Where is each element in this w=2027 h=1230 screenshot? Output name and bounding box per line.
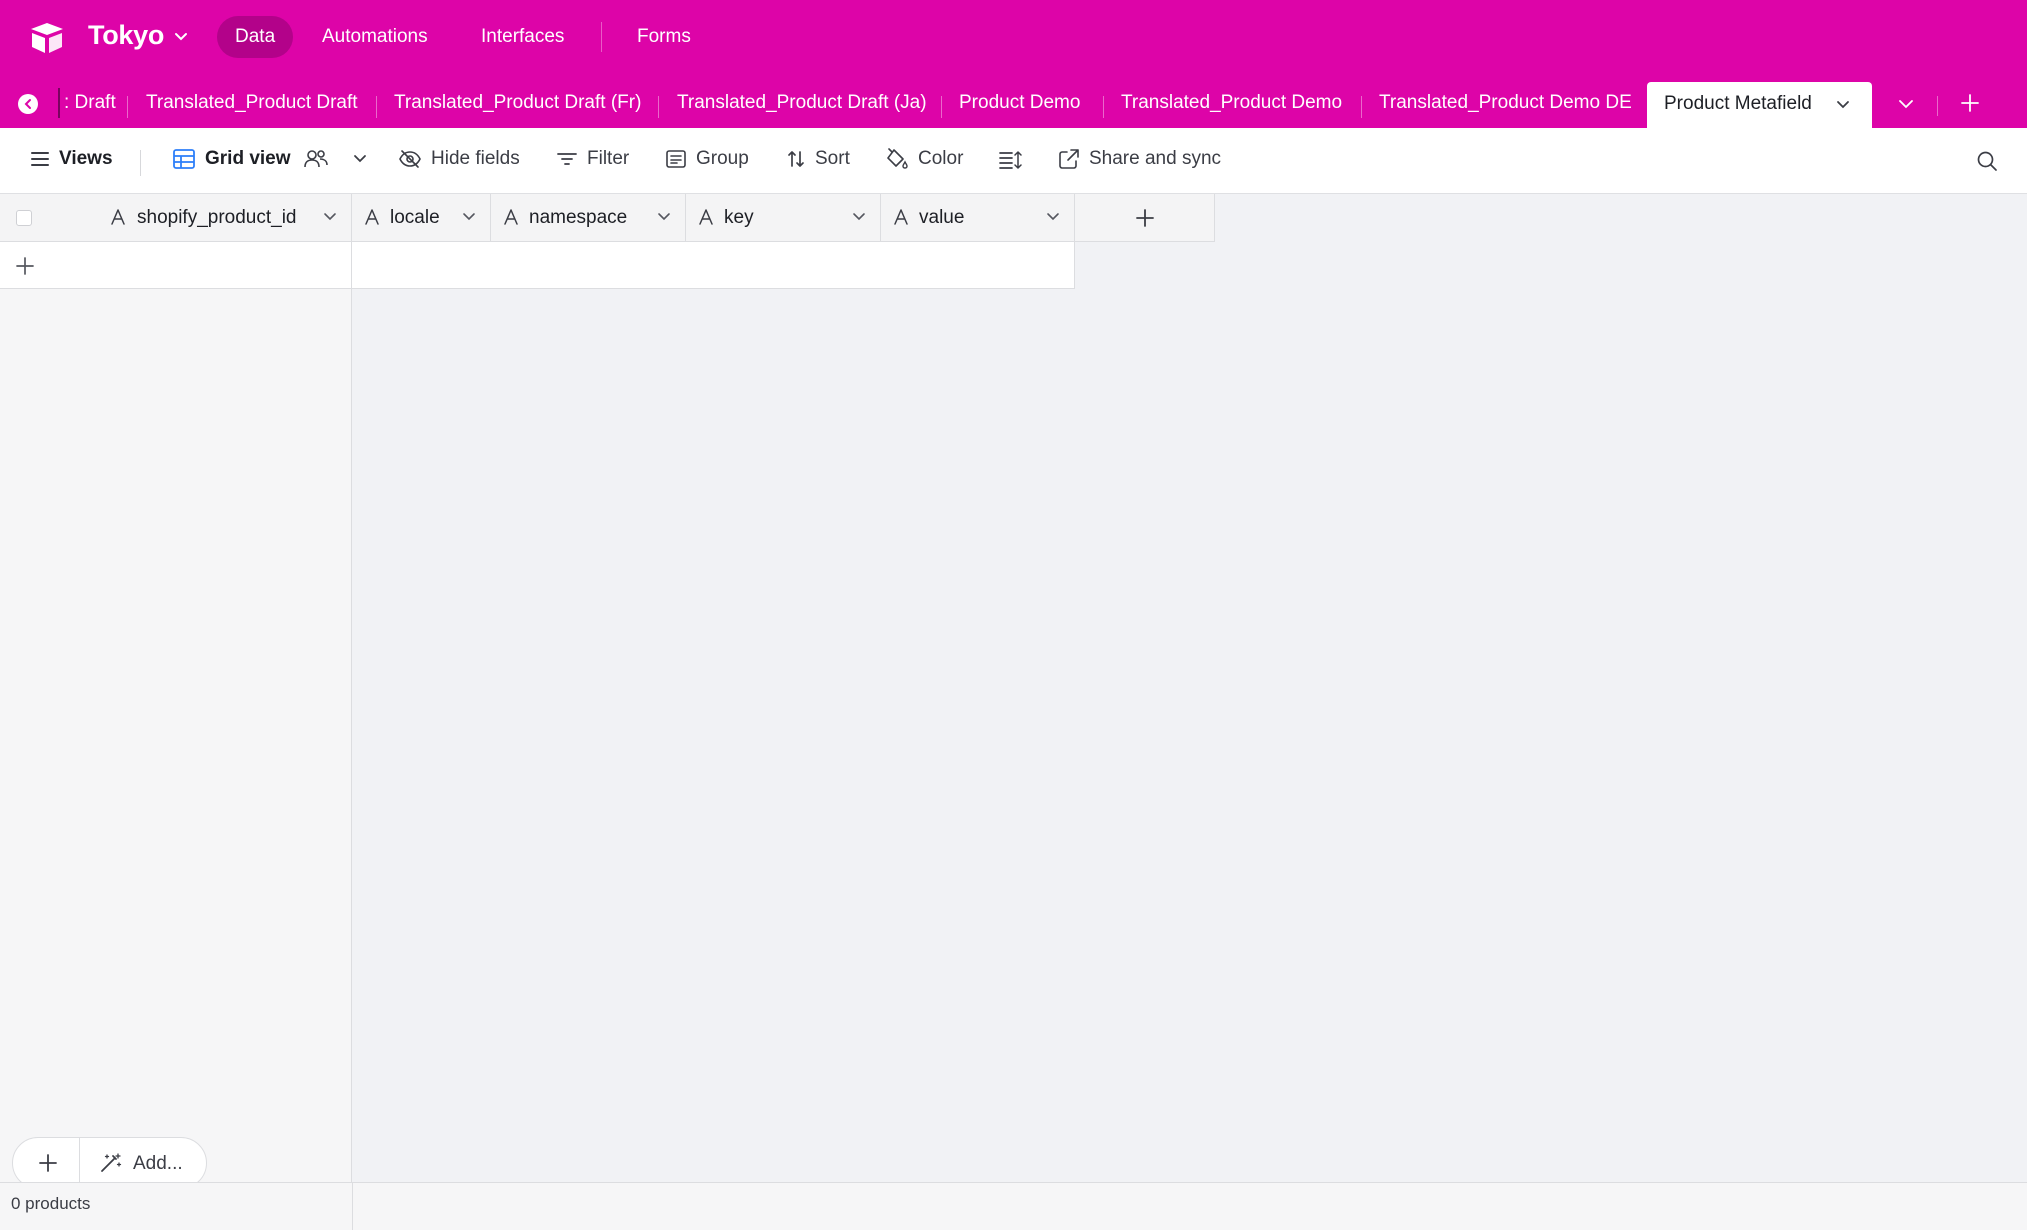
hamburger-menu-icon <box>31 152 49 166</box>
field-header-value[interactable]: value <box>881 194 1075 242</box>
tab-separator <box>127 96 128 118</box>
active-tab-label: Product Metafield <box>1664 93 1812 114</box>
add-field-button[interactable] <box>1075 194 1215 242</box>
table-tab-product-metafield[interactable]: Product Metafield <box>1647 82 1872 128</box>
view-toolbar: Views Grid view Hide fields Filter Group… <box>0 128 2027 194</box>
filter-button[interactable]: Filter <box>556 148 629 170</box>
field-header-shopify-product-id[interactable]: shopify_product_id <box>0 194 352 242</box>
sort-button[interactable]: Sort <box>786 148 850 170</box>
magic-wand-icon[interactable] <box>99 1152 123 1174</box>
chevron-down-icon[interactable] <box>322 211 338 223</box>
chevron-down-icon[interactable] <box>851 211 867 223</box>
tab-separator <box>1937 96 1938 116</box>
scroll-tabs-left-button[interactable] <box>18 94 38 114</box>
tab-separator <box>658 96 659 118</box>
search-icon[interactable] <box>1976 150 1998 172</box>
chevron-left-icon <box>24 99 31 109</box>
filter-icon <box>557 153 577 165</box>
app-header: Tokyo Data Automations Interfaces Forms <box>0 0 2027 76</box>
grid-primary-pane <box>0 194 352 1182</box>
add-table-plus-icon[interactable] <box>1958 91 1982 115</box>
group-icon <box>666 150 686 168</box>
nav-tab-automations[interactable]: Automations <box>304 16 446 58</box>
view-name: Grid view <box>205 148 291 169</box>
sort-arrows-icon <box>788 151 804 167</box>
record-count: 0 products <box>11 1194 91 1213</box>
view-switcher[interactable]: Grid view <box>172 148 377 170</box>
text-field-icon <box>111 209 125 225</box>
grid-footer: 0 products <box>0 1182 2027 1230</box>
grid-view-icon <box>173 149 195 169</box>
pill-divider <box>79 1138 80 1188</box>
add-record-row-cells[interactable] <box>352 242 1075 289</box>
tab-separator <box>1103 96 1104 118</box>
external-share-icon <box>1059 149 1079 169</box>
chevron-down-icon[interactable] <box>461 211 477 223</box>
nav-divider <box>601 22 602 52</box>
add-record-row[interactable] <box>0 242 352 289</box>
table-tab-bar: : Draft Translated_Product Draft Transla… <box>0 76 2027 128</box>
footer-divider <box>352 1183 353 1230</box>
text-field-icon <box>504 209 518 225</box>
row-height-icon <box>999 151 1022 169</box>
grid-header-row: shopify_product_id locale namespace key <box>0 194 1215 242</box>
toolbar-divider <box>140 150 141 176</box>
tab-scroll-divider <box>58 88 60 118</box>
add-record-plus-icon[interactable] <box>37 1152 59 1174</box>
share-and-sync-button[interactable]: Share and sync <box>1058 148 1221 170</box>
table-tab-draft[interactable]: : Draft <box>64 92 116 114</box>
table-tab-translated-product-draft[interactable]: Translated_Product Draft <box>146 92 358 114</box>
field-header-namespace[interactable]: namespace <box>491 194 686 242</box>
tab-separator <box>376 96 377 118</box>
chevron-down-icon[interactable] <box>172 28 190 46</box>
collaborative-view-icon <box>303 150 328 168</box>
plus-icon <box>16 257 34 275</box>
nav-tab-forms[interactable]: Forms <box>619 16 709 58</box>
table-tab-translated-product-draft-fr[interactable]: Translated_Product Draft (Fr) <box>394 92 641 114</box>
group-button[interactable]: Group <box>665 148 749 170</box>
row-height-button[interactable] <box>998 150 1031 170</box>
table-tab-product-demo[interactable]: Product Demo <box>959 92 1080 114</box>
grid-data-pane <box>352 194 2027 1182</box>
app-logo-icon[interactable] <box>28 20 66 56</box>
select-all-checkbox[interactable] <box>16 210 32 226</box>
text-field-icon <box>699 209 713 225</box>
base-name[interactable]: Tokyo <box>88 20 164 51</box>
nav-tab-data[interactable]: Data <box>217 16 294 58</box>
all-tables-chevron-icon[interactable] <box>1896 94 1916 114</box>
plus-icon <box>1136 209 1154 227</box>
table-tab-translated-product-demo-de[interactable]: Translated_Product Demo DE <box>1379 92 1632 114</box>
color-button[interactable]: Color <box>885 148 963 170</box>
paint-bucket-icon <box>887 148 908 169</box>
table-tab-translated-product-demo[interactable]: Translated_Product Demo <box>1121 92 1342 114</box>
chevron-down-icon[interactable] <box>1835 99 1851 111</box>
tab-separator <box>941 96 942 118</box>
chevron-down-icon[interactable] <box>352 153 368 165</box>
eye-slash-icon <box>399 150 421 168</box>
table-tab-translated-product-draft-ja[interactable]: Translated_Product Draft (Ja) <box>677 92 927 114</box>
tab-separator <box>1361 96 1362 118</box>
chevron-down-icon[interactable] <box>1045 211 1061 223</box>
chevron-down-icon[interactable] <box>656 211 672 223</box>
views-button[interactable]: Views <box>30 148 113 170</box>
hide-fields-button[interactable]: Hide fields <box>398 148 520 170</box>
text-field-icon <box>365 209 379 225</box>
nav-tab-interfaces[interactable]: Interfaces <box>463 16 582 58</box>
add-options-label[interactable]: Add... <box>133 1153 183 1175</box>
field-header-key[interactable]: key <box>686 194 881 242</box>
field-header-locale[interactable]: locale <box>352 194 491 242</box>
text-field-icon <box>894 209 908 225</box>
